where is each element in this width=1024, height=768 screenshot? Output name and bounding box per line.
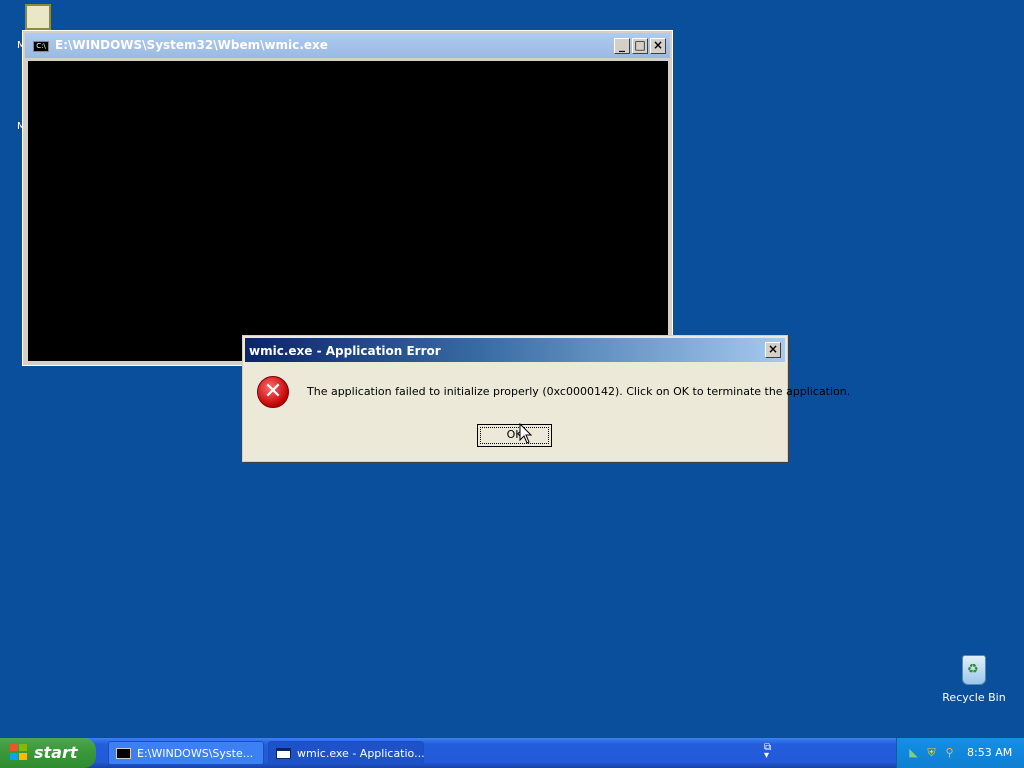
console-title: E:\WINDOWS\System32\Wbem\wmic.exe: [55, 38, 328, 52]
maximize-button[interactable]: □: [632, 38, 648, 54]
minimize-button[interactable]: _: [614, 38, 630, 54]
clock[interactable]: 8:53 AM: [967, 746, 1012, 759]
taskbar-button-console[interactable]: E:\WINDOWS\Syste...: [108, 741, 264, 765]
recycle-bin-label: Recycle Bin: [942, 691, 1006, 704]
dialog-title: wmic.exe - Application Error: [249, 344, 441, 358]
console-icon: C:\: [33, 41, 49, 52]
search-icon[interactable]: ⚲: [943, 746, 956, 759]
window-icon: [276, 748, 291, 759]
taskbar-button-error-dialog[interactable]: wmic.exe - Applicatio...: [268, 741, 425, 765]
start-button[interactable]: start: [0, 738, 96, 768]
dialog-titlebar[interactable]: wmic.exe - Application Error ×: [245, 338, 785, 362]
taskbar-expand-icon[interactable]: ⧉ ▾: [764, 743, 771, 761]
console-icon: [116, 748, 131, 759]
taskbar-button-label: E:\WINDOWS\Syste...: [137, 747, 254, 760]
console-window: C:\ E:\WINDOWS\System32\Wbem\wmic.exe _ …: [22, 30, 673, 366]
windows-flag-icon: [10, 744, 28, 761]
ok-button[interactable]: OK: [477, 424, 552, 447]
recycle-bin-icon: [962, 655, 986, 685]
taskbar: start E:\WINDOWS\Syste... wmic.exe - App…: [0, 738, 1024, 768]
start-label: start: [34, 743, 78, 762]
desktop-shortcut-icon[interactable]: [25, 4, 51, 30]
recycle-bin[interactable]: Recycle Bin: [940, 655, 1008, 704]
mouse-cursor-icon: [519, 423, 533, 444]
system-tray: ◣ ⛨ ⚲ 8:53 AM: [896, 738, 1024, 768]
console-output-area[interactable]: [28, 61, 668, 361]
focus-rectangle: [480, 427, 549, 444]
error-icon: ✕: [257, 376, 289, 408]
security-shield-icon[interactable]: ⛨: [925, 746, 938, 759]
desktop: M M C:\ E:\WINDOWS\System32\Wbem\wmic.ex…: [0, 0, 1024, 768]
network-icon[interactable]: ◣: [907, 746, 920, 759]
close-button[interactable]: ×: [650, 38, 666, 54]
console-titlebar[interactable]: C:\ E:\WINDOWS\System32\Wbem\wmic.exe _ …: [25, 33, 670, 58]
application-error-dialog: wmic.exe - Application Error × ✕ The app…: [242, 335, 850, 462]
dialog-close-button[interactable]: ×: [765, 342, 781, 358]
taskbar-button-label: wmic.exe - Applicatio...: [297, 747, 425, 760]
error-message: The application failed to initialize pro…: [307, 385, 851, 398]
